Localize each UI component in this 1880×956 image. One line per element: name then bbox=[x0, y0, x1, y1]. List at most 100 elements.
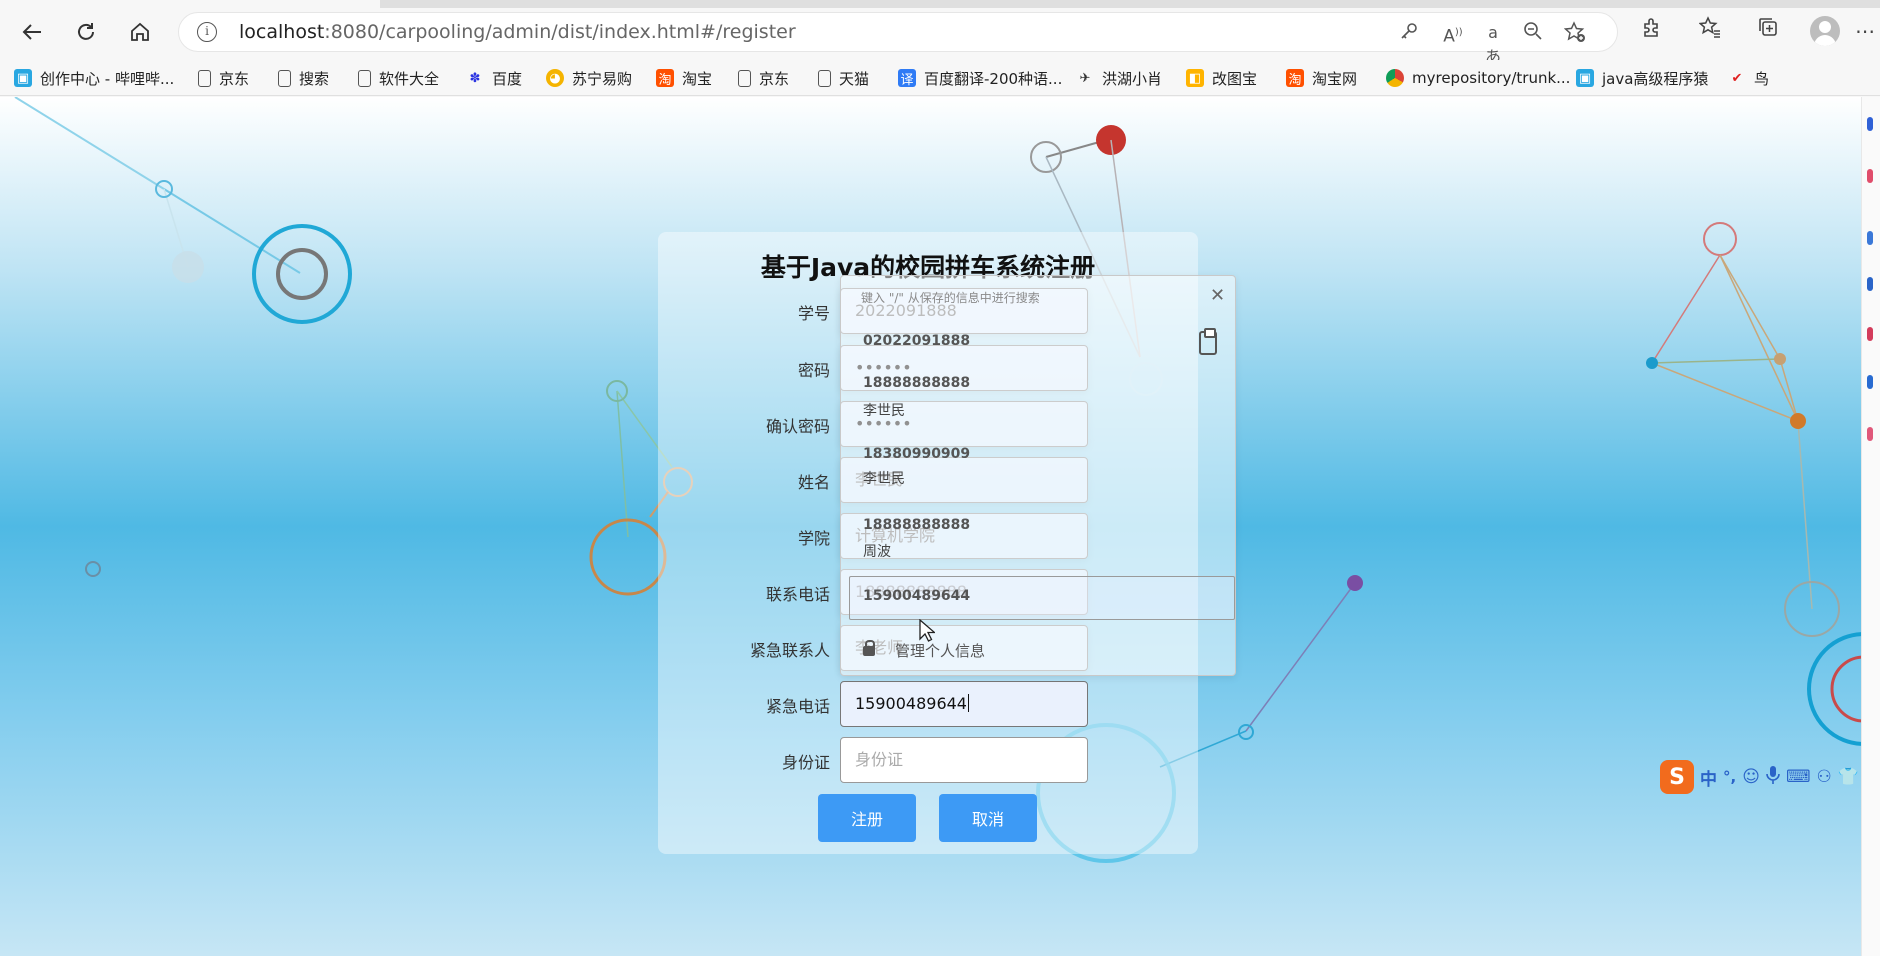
phone-label: 联系电话 bbox=[765, 585, 830, 604]
bookmark-label: 百度翻译-200种语... bbox=[924, 69, 1063, 88]
bookmark-myrepository[interactable]: myrepository/trunk... bbox=[1386, 66, 1570, 90]
add-favorite-icon[interactable] bbox=[1563, 21, 1587, 45]
autofill-item[interactable]: 18888888888 bbox=[863, 375, 970, 391]
autofill-item[interactable]: 18888888888 bbox=[863, 517, 970, 533]
emergency-phone-value: 15900489644 bbox=[855, 694, 967, 713]
college-label: 学院 bbox=[797, 529, 830, 548]
emergency-contact-label: 紧急联系人 bbox=[749, 641, 830, 660]
sogou-logo-icon[interactable]: S bbox=[1660, 760, 1694, 794]
clipboard-icon[interactable] bbox=[1199, 328, 1217, 355]
bookmark-java[interactable]: ▣ java高级程序猿 bbox=[1576, 66, 1708, 90]
bookmark-label: 鸟 bbox=[1754, 69, 1770, 88]
cancel-button[interactable]: 取消 bbox=[939, 794, 1037, 842]
autofill-hint: 键入 "/" 从保存的信息中进行搜索 bbox=[861, 291, 1040, 305]
bookmark-gaitubao[interactable]: ◧ 改图宝 bbox=[1186, 66, 1257, 90]
key-icon[interactable] bbox=[1397, 21, 1421, 45]
bookmark-label: 京东 bbox=[759, 69, 790, 88]
bookmark-label: 创作中心 - 哔哩哔... bbox=[40, 69, 175, 88]
ime-punct-toggle[interactable]: °, bbox=[1723, 768, 1736, 786]
manage-personal-info-link[interactable]: 管理个人信息 bbox=[863, 639, 985, 661]
bookmark-label: 京东 bbox=[219, 69, 250, 88]
bookmark-bird[interactable]: ✔ 鸟 bbox=[1728, 66, 1769, 90]
register-button[interactable]: 注册 bbox=[818, 794, 916, 842]
ime-toolbar: S 中 °, ☺ ⌨ ⚇ 👕 bbox=[1660, 760, 1880, 794]
bird-red-icon: ✔ bbox=[1731, 70, 1743, 86]
bookmark-label: 软件大全 bbox=[379, 69, 440, 88]
more-menu-icon[interactable]: ⋯ bbox=[1850, 15, 1880, 47]
bookmark-jd[interactable]: 京东 bbox=[198, 66, 249, 90]
bookmark-label: 天猫 bbox=[839, 69, 870, 88]
autofill-dropdown: 键入 "/" 从保存的信息中进行搜索 ✕ 02022091888 1888888… bbox=[840, 275, 1236, 676]
bookmark-jd-2[interactable]: 京东 bbox=[738, 66, 789, 90]
refresh-icon[interactable] bbox=[68, 14, 104, 50]
text-caret bbox=[967, 694, 969, 712]
bookmark-label: myrepository/trunk... bbox=[1412, 69, 1571, 87]
read-aloud-icon[interactable]: A)) bbox=[1441, 21, 1465, 47]
id-card-input[interactable]: 身份证 bbox=[840, 737, 1088, 783]
edge-sidebar-strip bbox=[1861, 97, 1880, 956]
home-icon[interactable] bbox=[122, 14, 158, 50]
close-icon[interactable]: ✕ bbox=[1210, 287, 1225, 305]
bookmarks-bar: ▣ 创作中心 - 哔哩哔... 京东 搜索 软件大全 ✽ 百度 ◕ 苏宁易购 淘淘宝 … bbox=[0, 60, 1880, 96]
bookmark-tmall[interactable]: 天猫 bbox=[818, 66, 869, 90]
form-row-emergency-phone: 紧急电话 15900489644 bbox=[658, 681, 1198, 727]
lock-icon bbox=[863, 639, 875, 656]
active-tab[interactable] bbox=[0, 0, 380, 8]
bookmark-honghu[interactable]: ✈ 洪湖小肖 bbox=[1076, 66, 1162, 90]
bilibili-icon: ▣ bbox=[14, 69, 32, 87]
translate-page-icon[interactable]: aあ bbox=[1481, 21, 1505, 66]
autofill-item[interactable]: 18380990909 bbox=[863, 446, 970, 462]
suning-icon: ◕ bbox=[546, 69, 564, 87]
back-icon[interactable] bbox=[14, 14, 50, 50]
student-id-label: 学号 bbox=[797, 304, 830, 323]
bookmark-label: 洪湖小肖 bbox=[1102, 69, 1163, 88]
bookmark-search[interactable]: 搜索 bbox=[278, 66, 329, 90]
confirm-password-label: 确认密码 bbox=[765, 417, 830, 436]
bookmark-baidu-translate[interactable]: 译百度翻译-200种语... bbox=[898, 66, 1062, 90]
favorites-icon[interactable] bbox=[1694, 15, 1726, 47]
ime-user-icon[interactable]: ⚇ bbox=[1816, 767, 1831, 787]
page-icon bbox=[818, 69, 831, 87]
id-card-placeholder: 身份证 bbox=[855, 750, 904, 769]
emoji-icon[interactable]: ☺ bbox=[1742, 767, 1760, 787]
bookmark-taobao[interactable]: 淘淘宝 bbox=[656, 66, 712, 90]
autofill-item-selected[interactable]: 15900489644 bbox=[863, 588, 970, 604]
bookmark-bilibili-creator[interactable]: ▣ 创作中心 - 哔哩哔... bbox=[14, 66, 174, 90]
form-row-id-card: 身份证 身份证 bbox=[658, 737, 1198, 783]
autofill-item[interactable]: 李世民 bbox=[863, 468, 905, 488]
bookmark-label: 搜索 bbox=[299, 69, 330, 88]
bookmark-taobao-net[interactable]: 淘淘宝网 bbox=[1286, 66, 1357, 90]
translate-icon: 译 bbox=[898, 69, 916, 88]
page-icon bbox=[358, 69, 371, 87]
collections-icon[interactable] bbox=[1752, 15, 1784, 47]
ime-mode-toggle[interactable]: 中 bbox=[1700, 765, 1717, 790]
chrome-icon bbox=[1386, 69, 1404, 87]
keyboard-icon[interactable]: ⌨ bbox=[1786, 767, 1811, 787]
profile-avatar[interactable] bbox=[1810, 16, 1840, 46]
bird-icon: ✈ bbox=[1079, 70, 1091, 86]
id-card-label: 身份证 bbox=[781, 753, 830, 772]
taobao-icon: 淘 bbox=[1286, 69, 1304, 88]
gaitubao-icon: ◧ bbox=[1186, 69, 1204, 87]
autofill-item[interactable]: 李世民 bbox=[863, 400, 905, 420]
url-text[interactable]: localhost:8080/carpooling/admin/dist/ind… bbox=[239, 21, 796, 43]
address-bar[interactable]: i localhost:8080/carpooling/admin/dist/i… bbox=[178, 12, 1618, 66]
url-path: :8080/carpooling/admin/dist/index.html#/… bbox=[324, 21, 796, 43]
site-info-icon[interactable]: i bbox=[197, 22, 217, 42]
zoom-out-icon[interactable] bbox=[1521, 21, 1545, 45]
page-icon bbox=[278, 69, 291, 87]
bookmark-suning[interactable]: ◕ 苏宁易购 bbox=[546, 66, 632, 90]
autofill-item[interactable]: 周波 bbox=[863, 541, 891, 561]
extensions-icon[interactable] bbox=[1636, 15, 1668, 47]
ime-skin-icon[interactable]: 👕 bbox=[1838, 767, 1859, 787]
bookmark-software[interactable]: 软件大全 bbox=[358, 66, 439, 90]
bookmark-label: 百度 bbox=[492, 69, 523, 88]
page-icon bbox=[738, 69, 751, 87]
microphone-icon[interactable] bbox=[1766, 765, 1780, 790]
bookmark-baidu[interactable]: ✽ 百度 bbox=[466, 66, 522, 90]
page-icon bbox=[198, 69, 211, 87]
browser-toolbar: i localhost:8080/carpooling/admin/dist/i… bbox=[0, 0, 1880, 66]
autofill-item[interactable]: 02022091888 bbox=[863, 333, 970, 349]
emergency-phone-input[interactable]: 15900489644 bbox=[840, 681, 1088, 727]
password-label: 密码 bbox=[797, 361, 830, 380]
